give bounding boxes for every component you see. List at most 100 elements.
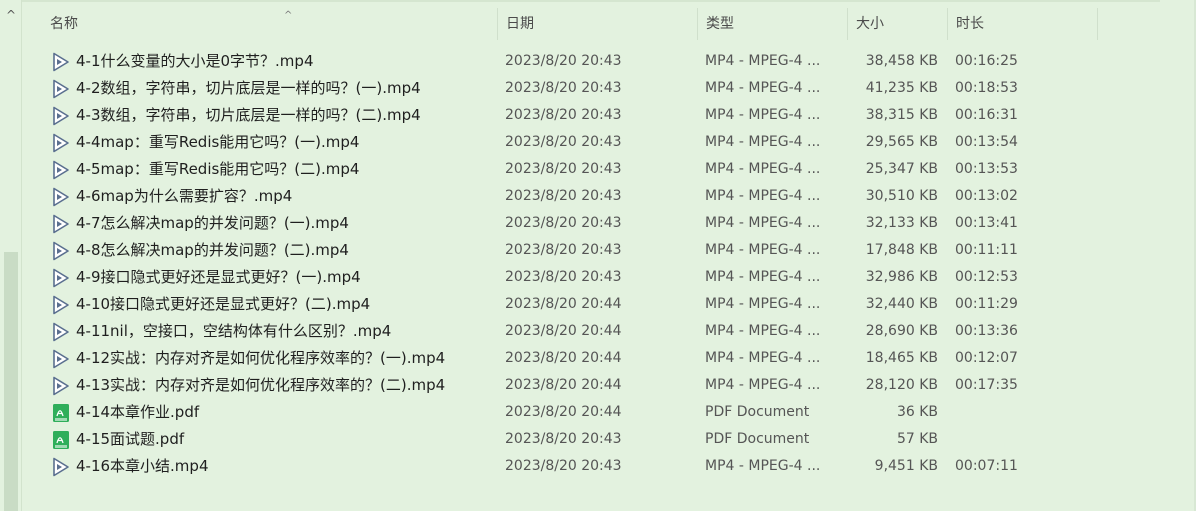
vertical-scrollbar[interactable]: ^ (0, 0, 22, 511)
file-row[interactable]: 4-8怎么解决map的并发问题？(二).mp4 2023/8/20 20:43 MP… (22, 237, 1122, 264)
sort-ascending-icon: ^ (284, 10, 293, 21)
file-name: 4-9接口隐式更好还是显式更好？(一).mp4 (76, 268, 361, 286)
file-type: MP4 - MPEG-4 ... (705, 323, 821, 339)
file-date: 2023/8/20 20:44 (505, 296, 622, 312)
column-header-name[interactable]: 名称 ^ (42, 8, 498, 40)
file-row[interactable]: 4-12实战：内存对齐是如何优化程序效率的？(一).mp4 2023/8/20 2… (22, 345, 1122, 372)
file-name: 4-3数组，字符串，切片底层是一样的吗？(二).mp4 (76, 106, 421, 124)
pdf-file-icon (51, 403, 71, 423)
file-list: 4-1什么变量的大小是0字节？.mp4 2023/8/20 20:43 MP4 - … (22, 48, 1122, 480)
file-date: 2023/8/20 20:43 (505, 53, 622, 69)
video-file-icon (51, 376, 71, 396)
file-duration (955, 426, 1075, 453)
file-type: MP4 - MPEG-4 ... (705, 134, 821, 150)
file-row[interactable]: 4-5map：重写Redis能用它吗？(二).mp4 2023/8/20 20:4… (22, 156, 1122, 183)
file-row[interactable]: 4-15面试题.pdf 2023/8/20 20:43 PDF Document 57… (22, 426, 1122, 453)
column-header: 名称 ^ 日期 类型 大小 时长 (22, 8, 1122, 40)
video-file-icon (51, 133, 71, 153)
file-type: MP4 - MPEG-4 ... (705, 53, 821, 69)
video-file-icon (51, 52, 71, 72)
file-row[interactable]: 4-10接口隐式更好还是显式更好？(二).mp4 2023/8/20 20:44 M… (22, 291, 1122, 318)
column-header-size[interactable]: 大小 (848, 8, 948, 40)
column-header-duration[interactable]: 时长 (948, 8, 1098, 40)
file-duration: 00:13:54 (955, 134, 1018, 150)
file-size: 25,347 KB (865, 161, 938, 177)
file-type: MP4 - MPEG-4 ... (705, 107, 821, 123)
file-duration: 00:18:53 (955, 80, 1018, 96)
video-file-icon (51, 268, 71, 288)
file-date: 2023/8/20 20:43 (505, 134, 622, 150)
file-type: MP4 - MPEG-4 ... (705, 377, 821, 393)
file-size: 18,465 KB (865, 350, 938, 366)
file-duration: 00:11:11 (955, 242, 1018, 258)
file-size: 57 KB (896, 431, 938, 447)
file-name: 4-8怎么解决map的并发问题？(二).mp4 (76, 241, 349, 259)
file-date: 2023/8/20 20:44 (505, 323, 622, 339)
column-header-date[interactable]: 日期 (498, 8, 698, 40)
file-type: PDF Document (705, 431, 810, 447)
file-row[interactable]: 4-9接口隐式更好还是显式更好？(一).mp4 2023/8/20 20:43 MP… (22, 264, 1122, 291)
file-date: 2023/8/20 20:43 (505, 242, 622, 258)
file-type: MP4 - MPEG-4 ... (705, 161, 821, 177)
top-divider (22, 0, 1160, 2)
file-date: 2023/8/20 20:43 (505, 80, 622, 96)
file-type: MP4 - MPEG-4 ... (705, 215, 821, 231)
scrollbar-thumb[interactable] (4, 252, 18, 511)
file-row[interactable]: 4-2数组，字符串，切片底层是一样的吗？(一).mp4 2023/8/20 20:… (22, 75, 1122, 102)
file-duration: 00:16:25 (955, 53, 1018, 69)
file-row[interactable]: 4-3数组，字符串，切片底层是一样的吗？(二).mp4 2023/8/20 20:… (22, 102, 1122, 129)
file-duration: 00:16:31 (955, 107, 1018, 123)
video-file-icon (51, 106, 71, 126)
file-size: 38,315 KB (865, 107, 938, 123)
file-name: 4-15面试题.pdf (76, 430, 185, 448)
column-header-type[interactable]: 类型 (698, 8, 848, 40)
file-row[interactable]: 4-16本章小结.mp4 2023/8/20 20:43 MP4 - MPEG-4 … (22, 453, 1122, 480)
file-type: MP4 - MPEG-4 ... (705, 296, 821, 312)
column-header-date-label: 日期 (506, 16, 534, 32)
file-duration: 00:13:02 (955, 188, 1018, 204)
file-date: 2023/8/20 20:44 (505, 404, 622, 420)
video-file-icon (51, 241, 71, 261)
file-name: 4-1什么变量的大小是0字节？.mp4 (76, 52, 314, 70)
file-size: 32,133 KB (865, 215, 938, 231)
file-size: 38,458 KB (865, 53, 938, 69)
file-type: MP4 - MPEG-4 ... (705, 242, 821, 258)
file-size: 30,510 KB (865, 188, 938, 204)
file-row[interactable]: 4-6map为什么需要扩容？.mp4 2023/8/20 20:43 MP4 - M… (22, 183, 1122, 210)
file-duration: 00:12:07 (955, 350, 1018, 366)
scroll-up-arrow-icon[interactable]: ^ (4, 8, 18, 22)
video-file-icon (51, 295, 71, 315)
file-row[interactable]: 4-14本章作业.pdf 2023/8/20 20:44 PDF Document 3… (22, 399, 1122, 426)
pdf-file-icon (51, 430, 71, 450)
column-header-type-label: 类型 (706, 16, 734, 32)
file-type: MP4 - MPEG-4 ... (705, 188, 821, 204)
file-name: 4-14本章作业.pdf (76, 403, 200, 421)
file-duration: 00:13:53 (955, 161, 1018, 177)
file-date: 2023/8/20 20:43 (505, 431, 622, 447)
file-row[interactable]: 4-11nil，空接口，空结构体有什么区别？.mp4 2023/8/20 20:4… (22, 318, 1122, 345)
file-date: 2023/8/20 20:44 (505, 377, 622, 393)
video-file-icon (51, 349, 71, 369)
file-size: 9,451 KB (874, 458, 938, 474)
file-name: 4-7怎么解决map的并发问题？(一).mp4 (76, 214, 349, 232)
file-date: 2023/8/20 20:43 (505, 215, 622, 231)
file-type: MP4 - MPEG-4 ... (705, 269, 821, 285)
file-name: 4-2数组，字符串，切片底层是一样的吗？(一).mp4 (76, 79, 421, 97)
column-header-name-label: 名称 (50, 16, 78, 32)
file-row[interactable]: 4-7怎么解决map的并发问题？(一).mp4 2023/8/20 20:43 MP… (22, 210, 1122, 237)
file-name: 4-4map：重写Redis能用它吗？(一).mp4 (76, 133, 360, 151)
file-name: 4-13实战：内存对齐是如何优化程序效率的？(二).mp4 (76, 376, 446, 394)
file-type: MP4 - MPEG-4 ... (705, 350, 821, 366)
file-duration (955, 399, 1075, 426)
file-row[interactable]: 4-4map：重写Redis能用它吗？(一).mp4 2023/8/20 20:4… (22, 129, 1122, 156)
file-type: MP4 - MPEG-4 ... (705, 80, 821, 96)
file-name: 4-16本章小结.mp4 (76, 457, 209, 475)
file-duration: 00:17:35 (955, 377, 1018, 393)
file-row[interactable]: 4-13实战：内存对齐是如何优化程序效率的？(二).mp4 2023/8/20 2… (22, 372, 1122, 399)
file-size: 41,235 KB (865, 80, 938, 96)
file-row[interactable]: 4-1什么变量的大小是0字节？.mp4 2023/8/20 20:43 MP4 - … (22, 48, 1122, 75)
file-explorer-window: ^ 名称 ^ 日期 类型 大小 时长 4-1什么变量的大小是0字节？.mp4 20… (0, 0, 1196, 511)
video-file-icon (51, 160, 71, 180)
file-type: MP4 - MPEG-4 ... (705, 458, 821, 474)
file-size: 17,848 KB (865, 242, 938, 258)
